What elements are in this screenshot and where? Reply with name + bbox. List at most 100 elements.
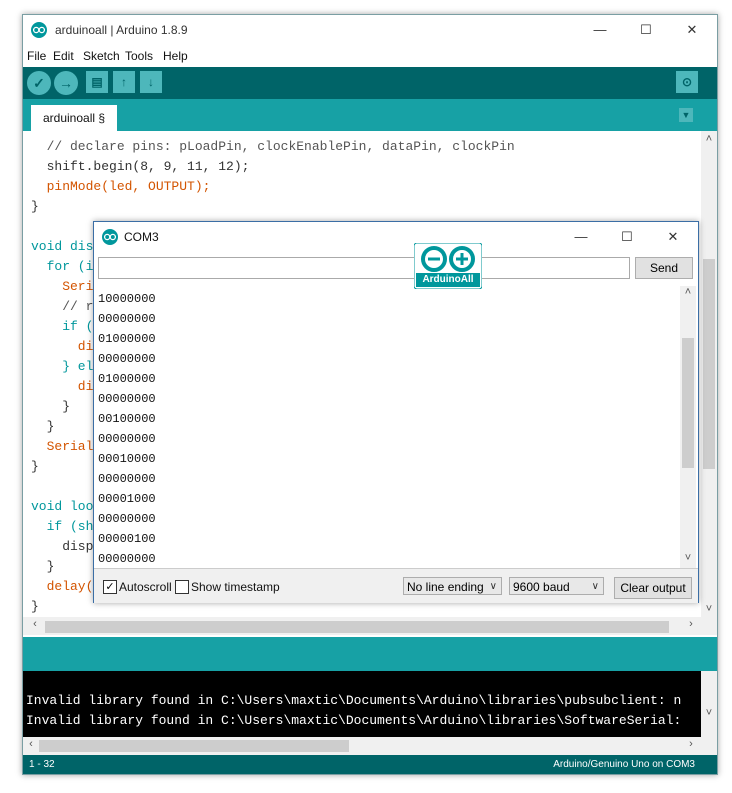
scroll-left-icon[interactable]: ‹ bbox=[27, 618, 43, 630]
title-bar: arduinoall | Arduino 1.8.9 — ☐ ✕ bbox=[23, 15, 717, 45]
serial-monitor-icon: ⊙ bbox=[681, 75, 693, 89]
line-info: 1 - 32 bbox=[29, 759, 55, 770]
menu-edit[interactable]: Edit bbox=[53, 49, 74, 63]
serial-output-line: 00000000 bbox=[98, 512, 156, 526]
scroll-up-icon[interactable]: ˄ bbox=[701, 133, 717, 145]
board-info: Arduino/Genuino Uno on COM3 bbox=[553, 759, 695, 770]
code-line: di bbox=[31, 379, 94, 394]
minimize-button[interactable]: — bbox=[577, 15, 623, 45]
tab-menu-button[interactable]: ▼ bbox=[679, 108, 693, 122]
serial-output-line: 00001000 bbox=[98, 492, 156, 506]
serial-scroll-up-icon[interactable]: ˄ bbox=[680, 286, 696, 298]
code-line: } bbox=[31, 399, 71, 414]
console-line: Invalid library found in C:\Users\maxtic… bbox=[26, 693, 682, 708]
console-scroll-right-icon[interactable]: › bbox=[683, 738, 699, 750]
logo-text: ArduinoAll bbox=[422, 274, 474, 285]
line-ending-select[interactable]: No line ending ∨ bbox=[403, 577, 502, 595]
timestamp-checkbox[interactable] bbox=[175, 580, 189, 594]
console-line: Invalid library found in C:\Users\maxtic… bbox=[26, 713, 682, 728]
code-line: Seri bbox=[31, 279, 94, 294]
code-line: // r bbox=[31, 299, 94, 314]
toolbar: ✓ → ▤ ↑ ↓ ⊙ bbox=[23, 67, 717, 99]
serial-maximize-button[interactable]: ☐ bbox=[604, 222, 650, 252]
serial-monitor-button[interactable]: ⊙ bbox=[676, 71, 698, 93]
tab-bar: arduinoall § ▼ bbox=[23, 99, 717, 131]
serial-scroll-down-icon[interactable]: ˅ bbox=[680, 552, 696, 564]
serial-output-line: 00000000 bbox=[98, 472, 156, 486]
verify-icon: ✓ bbox=[33, 75, 45, 91]
serial-output-line: 00000000 bbox=[98, 392, 156, 406]
maximize-button[interactable]: ☐ bbox=[623, 15, 669, 45]
serial-output-line: 00000000 bbox=[98, 352, 156, 366]
new-button[interactable]: ▤ bbox=[86, 71, 108, 93]
console-vertical-scrollbar[interactable] bbox=[701, 671, 717, 737]
serial-close-button[interactable]: ✕ bbox=[650, 222, 696, 252]
serial-output[interactable]: 10000000 00000000 01000000 00000000 0100… bbox=[94, 286, 680, 568]
serial-title: COM3 bbox=[124, 230, 159, 244]
code-line: delay( bbox=[31, 579, 94, 594]
serial-minimize-button[interactable]: — bbox=[558, 222, 604, 252]
serial-output-line: 00000000 bbox=[98, 312, 156, 326]
serial-footer: ✓ Autoscroll Show timestamp No line endi… bbox=[94, 568, 698, 603]
console-horizontal-scroll-thumb[interactable] bbox=[39, 740, 349, 752]
code-line: if (sh bbox=[31, 519, 94, 534]
close-button[interactable]: ✕ bbox=[669, 15, 715, 45]
code-line: } bbox=[31, 559, 55, 574]
scroll-down-icon[interactable]: ˅ bbox=[701, 603, 717, 615]
scroll-right-icon[interactable]: › bbox=[683, 618, 699, 630]
save-icon: ↓ bbox=[148, 75, 154, 89]
console-output[interactable]: Invalid library found in C:\Users\maxtic… bbox=[23, 671, 717, 737]
status-strip bbox=[23, 637, 717, 671]
code-line: // declare pins: pLoadPin, clockEnablePi… bbox=[31, 139, 515, 154]
window-title: arduinoall | Arduino 1.8.9 bbox=[55, 23, 188, 37]
save-button[interactable]: ↓ bbox=[140, 71, 162, 93]
code-line: Serial bbox=[31, 439, 94, 454]
timestamp-label: Show timestamp bbox=[191, 580, 280, 594]
line-ending-value: No line ending bbox=[407, 580, 484, 594]
serial-output-line: 10000000 bbox=[98, 292, 156, 306]
baud-select[interactable]: 9600 baud ∨ bbox=[509, 577, 604, 595]
arduino-app-icon bbox=[31, 22, 47, 41]
clear-output-button[interactable]: Clear output bbox=[614, 577, 692, 599]
code-line: } el bbox=[31, 359, 94, 374]
upload-button[interactable]: → bbox=[54, 71, 78, 95]
serial-input-field[interactable] bbox=[98, 257, 630, 279]
console-scroll-down-icon[interactable]: ˅ bbox=[701, 707, 717, 719]
code-line: } bbox=[31, 599, 39, 614]
editor-horizontal-scroll-thumb[interactable] bbox=[45, 621, 669, 633]
new-icon: ▤ bbox=[91, 75, 103, 89]
serial-output-line: 00010000 bbox=[98, 452, 156, 466]
serial-vertical-scroll-thumb[interactable] bbox=[682, 338, 694, 468]
autoscroll-label: Autoscroll bbox=[119, 580, 172, 594]
code-line: disp bbox=[31, 539, 94, 554]
code-line: } bbox=[31, 419, 55, 434]
tab-arduinoall[interactable]: arduinoall § bbox=[31, 105, 118, 131]
code-line: di bbox=[31, 339, 94, 354]
send-button[interactable]: Send bbox=[635, 257, 693, 279]
menu-bar: File Edit Sketch Tools Help bbox=[23, 45, 717, 67]
menu-help[interactable]: Help bbox=[163, 49, 188, 63]
console-scroll-left-icon[interactable]: ‹ bbox=[23, 738, 39, 750]
verify-button[interactable]: ✓ bbox=[27, 71, 51, 95]
open-button[interactable]: ↑ bbox=[113, 71, 135, 93]
serial-output-line: 00000000 bbox=[98, 552, 156, 566]
menu-sketch[interactable]: Sketch bbox=[83, 49, 120, 63]
serial-output-line: 00000100 bbox=[98, 532, 156, 546]
autoscroll-checkbox[interactable]: ✓ bbox=[103, 580, 117, 594]
serial-output-line: 00000000 bbox=[98, 432, 156, 446]
chevron-down-icon: ∨ bbox=[489, 581, 497, 592]
serial-output-line: 00100000 bbox=[98, 412, 156, 426]
menu-file[interactable]: File bbox=[27, 49, 46, 63]
editor-vertical-scroll-thumb[interactable] bbox=[703, 259, 715, 469]
menu-tools[interactable]: Tools bbox=[125, 49, 153, 63]
upload-icon: → bbox=[59, 75, 73, 91]
bottom-status-bar: 1 - 32 Arduino/Genuino Uno on COM3 bbox=[23, 755, 717, 774]
code-line: } bbox=[31, 459, 39, 474]
serial-output-line: 01000000 bbox=[98, 372, 156, 386]
code-line: for (i bbox=[31, 259, 94, 274]
arduino-app-icon bbox=[102, 229, 118, 248]
code-line: void loo bbox=[31, 499, 94, 514]
code-line: pinMode(led, OUTPUT); bbox=[31, 179, 211, 194]
chevron-down-icon: ∨ bbox=[591, 581, 599, 592]
chevron-down-icon: ▼ bbox=[681, 110, 691, 120]
